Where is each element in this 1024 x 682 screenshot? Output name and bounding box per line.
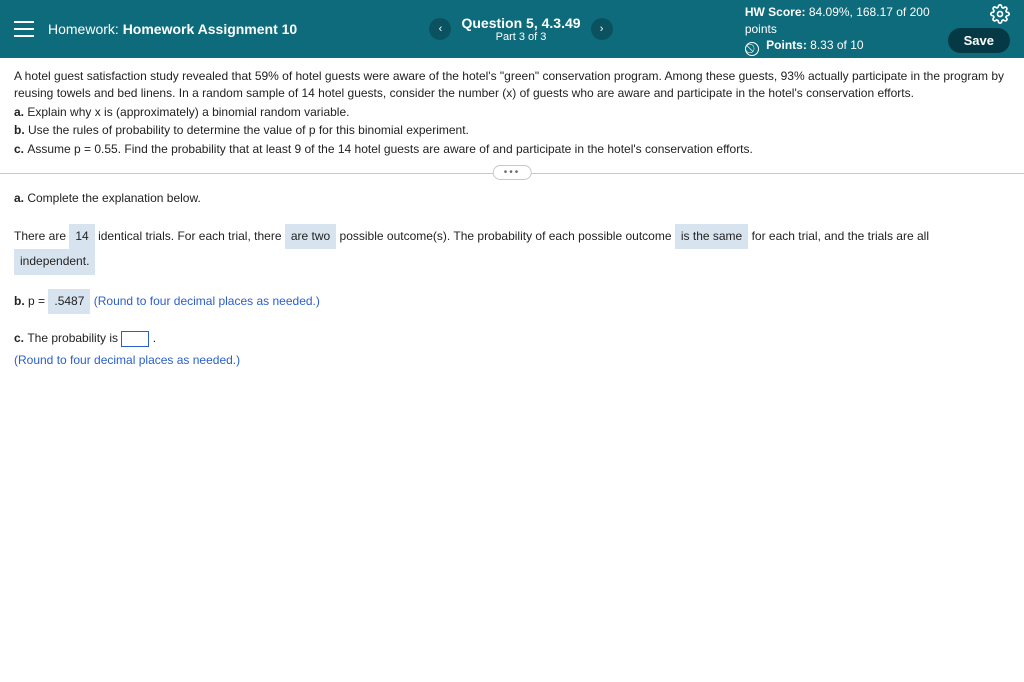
expand-pill[interactable]: ••• <box>493 165 532 180</box>
hw-score-label: HW Score: <box>745 5 806 19</box>
problem-c: Assume p = 0.55. Find the probability th… <box>27 142 753 156</box>
problem-b: Use the rules of probability to determin… <box>28 123 469 137</box>
chip-probability[interactable]: is the same <box>675 224 748 250</box>
chip-trials[interactable]: 14 <box>69 224 94 250</box>
question-nav: ‹ Question 5, 4.3.49 Part 3 of 3 › <box>311 15 731 43</box>
answer-a-fill: There are 14 identical trials. For each … <box>14 224 1010 275</box>
hw-score-value: 84.09%, 168.17 of 200 <box>809 5 930 19</box>
problem-intro: A hotel guest satisfaction study reveale… <box>14 68 1010 103</box>
save-button[interactable]: Save <box>948 28 1010 53</box>
answer-c: c. The probability is . (Round to four d… <box>14 328 1010 371</box>
score-block: HW Score: 84.09%, 168.17 of 200 points ⃠… <box>745 4 930 54</box>
homework-title: Homework: Homework Assignment 10 <box>48 21 297 37</box>
question-title: Question 5, 4.3.49 <box>461 15 580 31</box>
prev-question-button[interactable]: ‹ <box>429 18 451 40</box>
hw-score-unit: points <box>745 21 930 38</box>
section-divider: ••• <box>0 173 1024 174</box>
problem-a: Explain why x is (approximately) a binom… <box>27 105 349 119</box>
gear-icon[interactable] <box>990 4 1010 24</box>
question-info: Question 5, 4.3.49 Part 3 of 3 <box>461 15 580 43</box>
hint-b: (Round to four decimal places as needed.… <box>94 294 320 308</box>
hamburger-icon[interactable] <box>14 21 34 37</box>
answer-b: b. p = .5487 (Round to four decimal plac… <box>14 289 1010 315</box>
chip-independent[interactable]: independent. <box>14 249 95 275</box>
points-value: 8.33 of 10 <box>810 38 863 52</box>
answer-a: a. Complete the explanation below. <box>14 188 1010 210</box>
app-header: Homework: Homework Assignment 10 ‹ Quest… <box>0 0 1024 58</box>
problem-statement: A hotel guest satisfaction study reveale… <box>0 58 1024 165</box>
chip-p-value[interactable]: .5487 <box>48 289 90 315</box>
hint-c: (Round to four decimal places as needed.… <box>14 350 1010 372</box>
answers-section: a. Complete the explanation below. There… <box>0 188 1024 372</box>
question-subtitle: Part 3 of 3 <box>461 31 580 43</box>
no-edit-icon: ⃠ <box>745 42 759 56</box>
points-label: Points: <box>766 38 807 52</box>
next-question-button[interactable]: › <box>591 18 613 40</box>
header-right: HW Score: 84.09%, 168.17 of 200 points ⃠… <box>745 4 1010 54</box>
probability-input[interactable] <box>121 331 149 347</box>
chip-outcomes[interactable]: are two <box>285 224 336 250</box>
